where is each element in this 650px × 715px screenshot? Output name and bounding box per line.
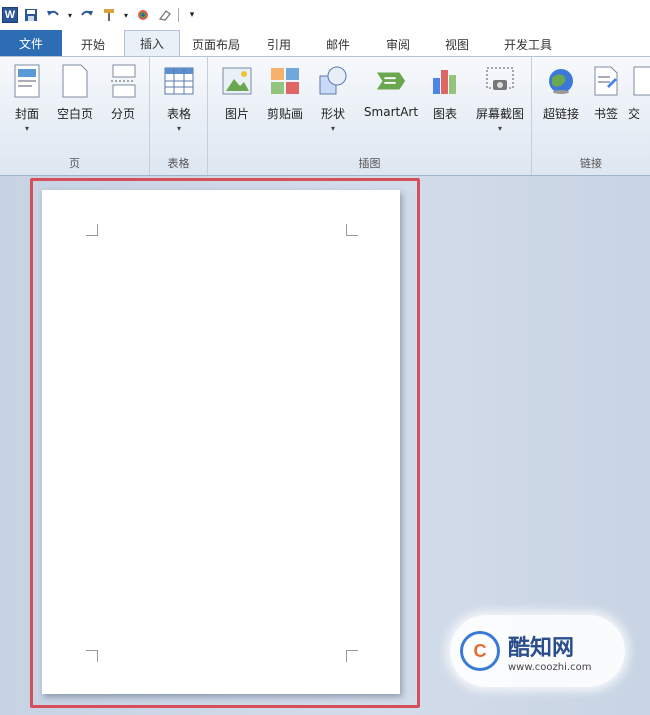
- shapes-button[interactable]: 形状 ▾: [308, 63, 358, 133]
- watermark-logo-icon: C: [460, 631, 500, 671]
- group-illustrations-label: 插图: [358, 157, 381, 170]
- shapes-label: 形状: [320, 107, 345, 121]
- bookmark-button[interactable]: 书签: [584, 63, 628, 122]
- bookmark-label: 书签: [593, 107, 618, 121]
- tab-references[interactable]: 引用: [252, 32, 306, 56]
- save-icon[interactable]: [22, 6, 40, 24]
- tab-file[interactable]: 文件: [0, 30, 62, 56]
- screenshot-icon: [484, 63, 516, 99]
- tab-review[interactable]: 审阅: [370, 32, 426, 56]
- chart-button[interactable]: 图表: [420, 63, 470, 122]
- dropdown-arrow-icon: ▾: [176, 124, 181, 133]
- page-break-label: 分页: [110, 107, 135, 121]
- clip-art-button[interactable]: 剪贴画: [260, 63, 310, 122]
- blank-page-label: 空白页: [56, 107, 93, 121]
- eraser-icon[interactable]: [156, 6, 174, 24]
- dropdown-arrow-icon: ▾: [24, 124, 29, 133]
- word-app-icon[interactable]: W: [2, 7, 18, 23]
- clip-art-icon: [269, 63, 301, 99]
- customize-toolbar-icon[interactable]: ▾: [183, 6, 201, 24]
- group-links-label: 链接: [580, 157, 602, 170]
- cross-reference-button[interactable]: 交: [628, 63, 650, 122]
- page-break-button[interactable]: 分页: [98, 63, 148, 122]
- picture-button[interactable]: 图片: [212, 63, 262, 122]
- group-tables-label: 表格: [167, 157, 190, 170]
- tab-page-layout[interactable]: 页面布局: [180, 32, 252, 56]
- cover-page-icon: [11, 63, 43, 99]
- format-painter-icon[interactable]: [100, 6, 118, 24]
- quick-access-toolbar: W ▾ ▾ ▾: [0, 0, 650, 30]
- dropdown-arrow-icon[interactable]: ▾: [66, 6, 74, 24]
- cover-page-button[interactable]: 封面 ▾: [2, 63, 52, 133]
- picture-icon: [221, 63, 253, 99]
- table-icon: [163, 63, 195, 99]
- shapes-icon: [317, 63, 349, 99]
- tab-mailings[interactable]: 邮件: [306, 32, 370, 56]
- watermark-text: 酷知网 www.coozhi.com: [508, 630, 591, 673]
- blank-page-button[interactable]: 空白页: [50, 63, 100, 122]
- cross-reference-label: 交: [628, 107, 641, 121]
- group-tables: 表格 ▾ 表格: [150, 57, 208, 175]
- smartart-label: SmartArt: [363, 105, 419, 119]
- table-button[interactable]: 表格 ▾: [154, 63, 204, 133]
- page-break-icon: [107, 63, 139, 99]
- dropdown-arrow-icon[interactable]: ▾: [122, 6, 130, 24]
- ribbon-tabs: 文件 开始 插入 页面布局 引用 邮件 审阅 视图 开发工具: [0, 30, 650, 56]
- hyperlink-button[interactable]: 超链接: [536, 63, 586, 122]
- watermark: C 酷知网 www.coozhi.com: [450, 615, 625, 687]
- group-illustrations: 图片 剪贴画 形状 ▾ SmartArt 图表 屏幕截图 ▾ 插图: [208, 57, 532, 175]
- dropdown-arrow-icon: ▾: [330, 124, 335, 133]
- tab-insert[interactable]: 插入: [124, 30, 180, 56]
- dropdown-arrow-icon: ▾: [497, 124, 502, 133]
- smartart-icon: [375, 63, 407, 99]
- table-label: 表格: [166, 107, 191, 121]
- toolbar-separator: [178, 8, 179, 22]
- chart-icon: [429, 63, 461, 99]
- group-pages: 封面 ▾ 空白页 分页 页: [0, 57, 150, 175]
- tab-view[interactable]: 视图: [426, 32, 488, 56]
- cross-reference-icon: [628, 63, 650, 99]
- watermark-url: www.coozhi.com: [508, 661, 592, 673]
- chart-label: 图表: [432, 107, 457, 121]
- group-links: 超链接 书签 交 链接: [532, 57, 650, 175]
- hyperlink-icon: [545, 63, 577, 99]
- watermark-title: 酷知网: [508, 634, 575, 661]
- highlight-frame: [30, 178, 420, 708]
- cover-page-label: 封面: [14, 107, 39, 121]
- clip-art-label: 剪贴画: [266, 107, 303, 121]
- redo-icon[interactable]: [78, 6, 96, 24]
- blank-page-icon: [59, 63, 91, 99]
- undo-icon[interactable]: [44, 6, 62, 24]
- color-icon[interactable]: [134, 6, 152, 24]
- tab-developer[interactable]: 开发工具: [488, 32, 568, 56]
- screenshot-button[interactable]: 屏幕截图 ▾: [470, 63, 530, 133]
- bookmark-icon: [590, 63, 622, 99]
- group-pages-label: 页: [69, 157, 80, 170]
- screenshot-label: 屏幕截图: [475, 107, 524, 121]
- picture-label: 图片: [224, 107, 249, 121]
- tab-home[interactable]: 开始: [62, 32, 124, 56]
- ribbon: 封面 ▾ 空白页 分页 页 表格 ▾ 表格 图片 剪贴画 形状 ▾ SmartA…: [0, 56, 650, 176]
- smartart-button[interactable]: SmartArt: [360, 63, 422, 119]
- hyperlink-label: 超链接: [542, 107, 579, 121]
